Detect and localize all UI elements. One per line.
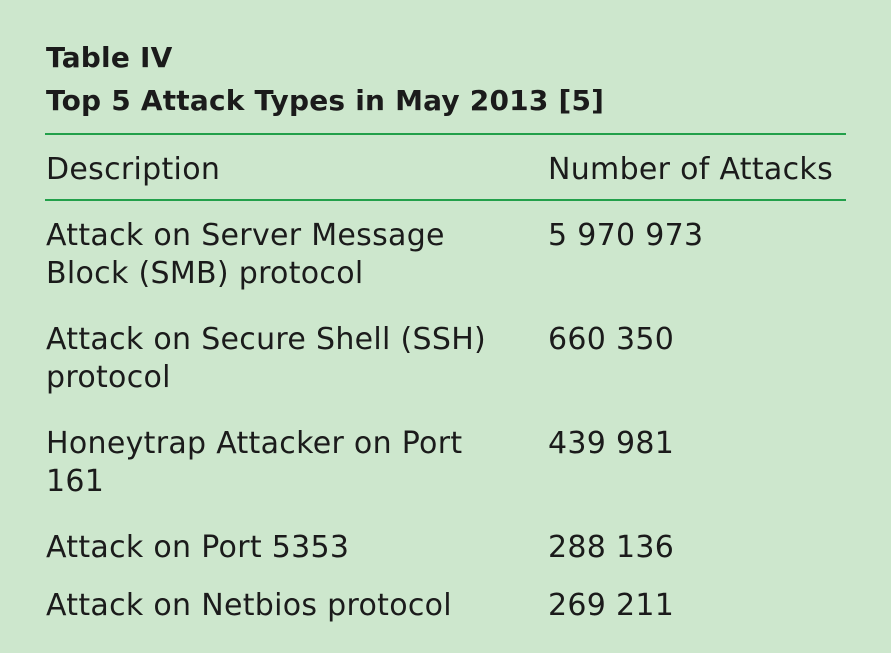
table-figure: Table IV Top 5 Attack Types in May 2013 … [0,0,891,653]
table-label: Table IV [46,41,173,74]
row-description: Attack on Secure Shell (SSH) protocol [46,322,487,395]
column-header-description: Description [46,152,221,187]
row-description: Honeytrap Attacker on Port 161 [46,426,463,499]
row-count: 439 981 [548,426,675,461]
row-count: 288 136 [548,530,675,565]
row-description: Attack on Netbios protocol [46,588,452,623]
row-description: Attack on Port 5353 [46,530,350,565]
column-header-count: Number of Attacks [548,152,834,187]
row-count: 660 350 [548,322,675,357]
header-rule [45,199,846,201]
row-count: 5 970 973 [548,218,704,253]
row-description: Attack on Server Message Block (SMB) pro… [46,218,445,291]
top-rule [45,133,846,135]
row-count: 269 211 [548,588,675,623]
table-title: Top 5 Attack Types in May 2013 [5] [46,84,605,117]
